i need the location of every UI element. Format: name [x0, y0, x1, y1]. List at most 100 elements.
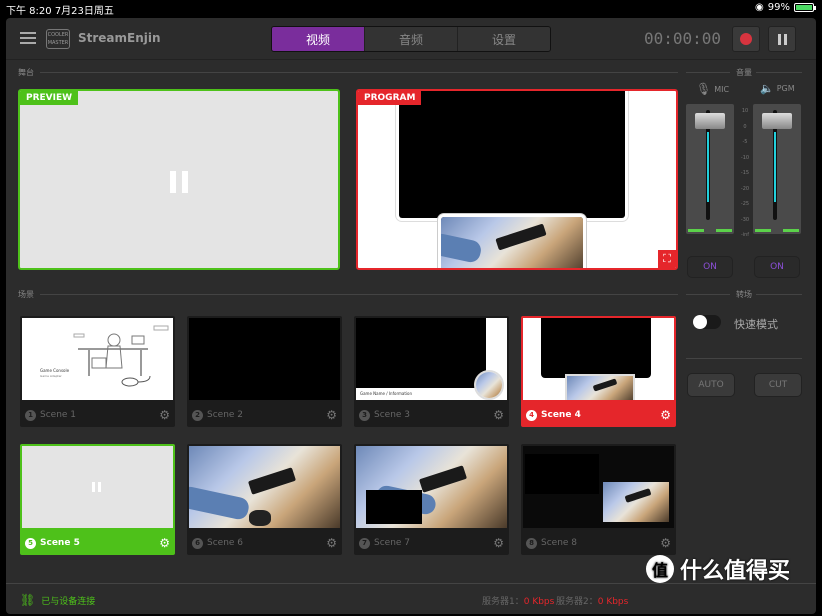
- db-scale-tick: 0: [743, 123, 747, 130]
- scene-6-name: Scene 6: [207, 538, 244, 548]
- scenes-label: 场景: [18, 290, 34, 299]
- scene-7-footer: 7 Scene 7 ⚙: [354, 531, 509, 555]
- scene-3-footer: 3 Scene 3 ⚙: [354, 403, 509, 427]
- volume-divider-right: [756, 72, 802, 73]
- pgm-fader[interactable]: [753, 104, 801, 234]
- scene-8-number: 8: [526, 537, 537, 549]
- scene-card-2[interactable]: 2 Scene 2 ⚙: [187, 316, 342, 427]
- battery-icon: [794, 3, 816, 12]
- scene-card-4[interactable]: 4 Scene 4 ⚙: [521, 316, 676, 427]
- scene-1-text-1: Game Console: [40, 368, 70, 373]
- scene-card-5[interactable]: 5 Scene 5 ⚙: [20, 444, 175, 555]
- scene-5-name: Scene 5: [40, 538, 80, 548]
- record-icon: [740, 33, 752, 45]
- scene-card-1[interactable]: Game Console Game Adapter 1 Scene 1 ⚙: [20, 316, 175, 427]
- scene-1-number: 1: [25, 409, 36, 421]
- transition-divider-left: [686, 294, 730, 295]
- tab-audio[interactable]: 音频: [365, 27, 458, 51]
- mic-fader[interactable]: [686, 104, 734, 234]
- stage-label: 舞台: [18, 68, 34, 77]
- scene-2-name: Scene 2: [207, 410, 244, 420]
- volume-divider-left: [686, 72, 730, 73]
- scene-8-footer: 8 Scene 8 ⚙: [521, 531, 676, 555]
- scene-card-8[interactable]: 8 Scene 8 ⚙: [521, 444, 676, 555]
- link-icon: ⛓: [20, 593, 36, 607]
- mic-on-button[interactable]: ON: [687, 256, 733, 278]
- db-scale-tick: -10: [740, 154, 750, 161]
- status-time: 下午 8:20 7月23日周五: [6, 6, 114, 17]
- app-title: StreamEnjin: [78, 31, 161, 45]
- gear-icon[interactable]: ⚙: [159, 536, 170, 550]
- scene-1-illustration: [73, 325, 169, 387]
- pgm-on-button[interactable]: ON: [754, 256, 800, 278]
- pgm-level-meter: [774, 132, 776, 202]
- program-tag: PROGRAM: [358, 91, 422, 105]
- gear-icon[interactable]: ⚙: [493, 536, 504, 550]
- transition-label: 转场: [736, 290, 752, 299]
- gear-icon[interactable]: ⚙: [493, 408, 504, 422]
- battery-percent: 99%: [767, 2, 790, 13]
- quick-mode-label: 快速模式: [734, 318, 778, 331]
- db-scale-tick: 10: [741, 108, 749, 114]
- stream-timer: 00:00:00: [644, 29, 722, 48]
- gear-icon[interactable]: ⚙: [660, 408, 671, 422]
- scene-2-number: 2: [192, 409, 203, 421]
- mic-fader-knob[interactable]: [695, 113, 725, 129]
- main-tabs: 视频 音频 设置: [271, 26, 551, 52]
- cut-button[interactable]: CUT: [754, 373, 802, 397]
- scene-6-footer: 6 Scene 6 ⚙: [187, 531, 342, 555]
- connection-text: 已与设备连接: [41, 596, 96, 607]
- scene-1-name: Scene 1: [40, 410, 77, 420]
- server-1-label: 服务器1：: [482, 597, 524, 607]
- preview-monitor[interactable]: PREVIEW: [18, 89, 340, 270]
- db-scale-tick: -30: [740, 216, 750, 223]
- tab-video[interactable]: 视频: [272, 27, 365, 51]
- connection-status: ⛓ 已与设备连接: [20, 593, 95, 607]
- db-scale-tick: -25: [740, 201, 750, 207]
- app-window: COOLER MASTER StreamEnjin 视频 音频 设置 00:00:…: [6, 18, 816, 614]
- scene-5-thumbnail: [22, 446, 173, 528]
- stage-divider: [40, 72, 678, 73]
- preview-pause-icon: [170, 171, 188, 193]
- tab-settings[interactable]: 设置: [458, 27, 550, 51]
- volume-label: 音量: [736, 68, 752, 77]
- db-scale-tick: -15: [740, 170, 750, 176]
- auto-button[interactable]: AUTO: [687, 373, 735, 397]
- mic-level-meter: [707, 132, 709, 202]
- scene-6-thumbnail: [189, 446, 340, 528]
- bottom-status-bar: ⛓ 已与设备连接 服务器1：0 Kbps 服务器2：0 Kbps: [6, 583, 816, 614]
- pause-icon: [777, 33, 787, 45]
- scene-3-number: 3: [359, 409, 370, 421]
- gear-icon[interactable]: ⚙: [326, 408, 337, 422]
- gear-icon[interactable]: ⚙: [326, 536, 337, 550]
- program-main-layer: [396, 91, 628, 221]
- scene-4-name: Scene 4: [541, 410, 581, 420]
- gear-icon[interactable]: ⚙: [660, 536, 671, 550]
- db-scale: 10 0 -5 -10 -15 -20 -25 -30 -inf: [737, 104, 753, 244]
- scene-card-7[interactable]: 7 Scene 7 ⚙: [354, 444, 509, 555]
- scene-4-number: 4: [526, 409, 537, 421]
- hamburger-menu-icon[interactable]: [20, 32, 36, 44]
- pgm-label-text: PGM: [776, 84, 795, 93]
- scene-card-6[interactable]: 6 Scene 6 ⚙: [187, 444, 342, 555]
- preview-tag: PREVIEW: [20, 91, 79, 105]
- db-scale-tick: -5: [742, 139, 748, 145]
- server-2-value: 0 Kbps: [597, 597, 629, 607]
- scene-7-thumbnail: [356, 446, 507, 528]
- gear-icon[interactable]: ⚙: [159, 408, 170, 422]
- db-scale-tick: -inf: [740, 232, 750, 238]
- scene-card-3[interactable]: Game Name / Information 3 Scene 3 ⚙: [354, 316, 509, 427]
- record-button[interactable]: [732, 26, 760, 52]
- watermark: 值 什么值得买: [646, 553, 790, 585]
- program-monitor[interactable]: PROGRAM ⛶: [356, 89, 678, 270]
- system-status-bar: 下午 8:20 7月23日周五 ◉ 99%: [0, 0, 822, 17]
- scene-8-name: Scene 8: [541, 538, 578, 548]
- pause-button[interactable]: [768, 26, 796, 52]
- watermark-text: 什么值得买: [680, 559, 791, 584]
- mic-label-text: MIC: [714, 84, 730, 94]
- pgm-fader-knob[interactable]: [762, 113, 792, 129]
- scene-7-number: 7: [359, 537, 370, 549]
- mic-label: 🎙 MIC: [696, 82, 729, 96]
- fullscreen-icon[interactable]: ⛶: [658, 250, 676, 268]
- quick-mode-toggle[interactable]: [693, 315, 721, 329]
